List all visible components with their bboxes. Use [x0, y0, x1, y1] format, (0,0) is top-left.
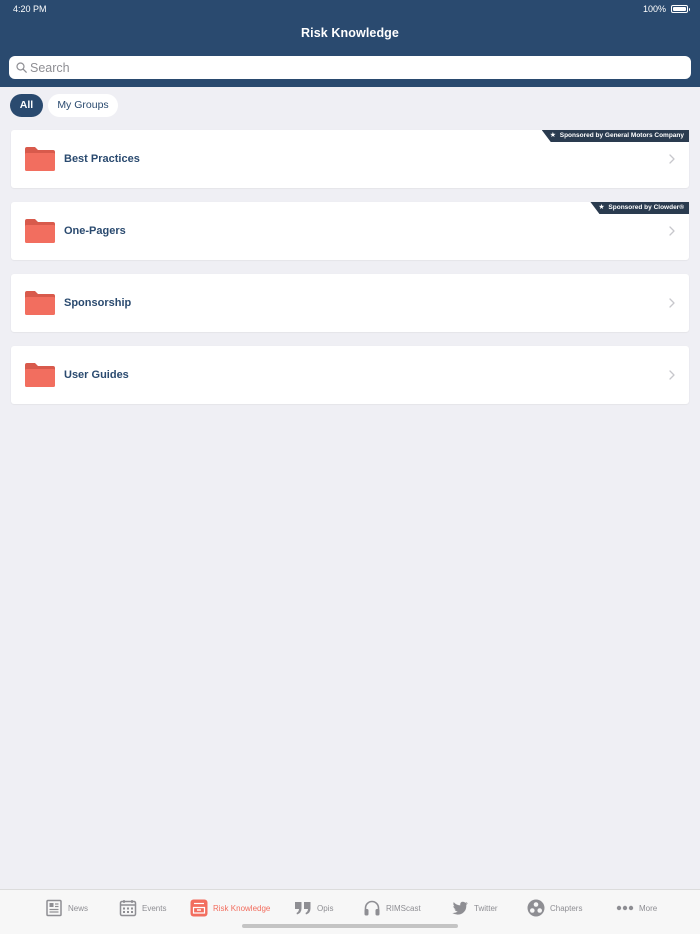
- folder-icon: [25, 219, 55, 243]
- tab-label: Events: [142, 903, 167, 913]
- tab-risk-knowledge[interactable]: Risk Knowledge: [190, 898, 270, 918]
- folder-row-user-guides[interactable]: User Guides: [11, 346, 689, 404]
- tab-rimscast[interactable]: RIMScast: [363, 898, 421, 918]
- chevron-right-icon: [669, 298, 675, 308]
- folder-label: User Guides: [64, 369, 129, 381]
- tab-label: Opis: [317, 903, 334, 913]
- chapters-icon: [527, 899, 545, 917]
- sponsor-text: Sponsored by Clowder®: [608, 204, 684, 211]
- chevron-right-icon: [669, 154, 675, 164]
- tab-label: More: [639, 903, 658, 913]
- tab-label: News: [68, 903, 89, 913]
- tab-opis[interactable]: Opis: [294, 898, 333, 918]
- tab-news[interactable]: News: [45, 898, 88, 918]
- status-time: 4:20 PM: [13, 4, 47, 14]
- folder-icon: [25, 291, 55, 315]
- search-input[interactable]: [30, 56, 680, 79]
- segment-all[interactable]: All: [10, 94, 43, 117]
- folder-row-one-pagers[interactable]: One-Pagers ★ Sponsored by Clowder®: [11, 202, 689, 260]
- chevron-right-icon: [669, 370, 675, 380]
- search-icon: [16, 62, 27, 73]
- search-bar[interactable]: [9, 56, 691, 79]
- twitter-icon: [452, 901, 468, 915]
- sponsor-badge: ★ Sponsored by General Motors Company: [541, 130, 689, 142]
- calendar-icon: [119, 900, 137, 917]
- tab-label: Twitter: [474, 903, 498, 913]
- battery-icon: [671, 5, 690, 13]
- home-indicator[interactable]: [242, 924, 458, 928]
- folder-label: One-Pagers: [64, 225, 126, 237]
- page-title: Risk Knowledge: [301, 26, 399, 40]
- folder-icon: [25, 147, 55, 171]
- more-icon: [616, 905, 634, 911]
- tab-label: RIMScast: [386, 903, 421, 913]
- battery-percentage: 100%: [642, 4, 666, 14]
- sponsor-text: Sponsored by General Motors Company: [559, 132, 684, 139]
- folder-icon: [25, 363, 55, 387]
- status-bar: 4:20 PM 100%: [0, 0, 700, 18]
- star-icon: ★: [549, 132, 557, 139]
- headphones-icon: [364, 900, 380, 916]
- news-icon: [46, 899, 62, 917]
- folder-label: Best Practices: [64, 153, 140, 165]
- chevron-right-icon: [669, 226, 675, 236]
- folder-row-best-practices[interactable]: Best Practices ★ Sponsored by General Mo…: [11, 130, 689, 188]
- star-icon: ★: [598, 204, 605, 211]
- tab-twitter[interactable]: Twitter: [451, 898, 498, 918]
- folder-row-sponsorship[interactable]: Sponsorship: [11, 274, 689, 332]
- quote-icon: [295, 902, 311, 915]
- risk-knowledge-icon: [190, 899, 208, 917]
- sponsor-badge: ★ Sponsored by Clowder®: [590, 202, 689, 214]
- folder-label: Sponsorship: [64, 297, 132, 309]
- tab-chapters[interactable]: Chapters: [527, 898, 582, 918]
- tab-label: Risk Knowledge: [213, 903, 271, 913]
- segment-my-groups[interactable]: My Groups: [48, 94, 118, 117]
- header-bar: 4:20 PM 100% Risk Knowledge: [0, 0, 700, 87]
- tab-events[interactable]: Events: [119, 898, 166, 918]
- tab-label: Chapters: [550, 903, 583, 913]
- tab-more[interactable]: More: [616, 898, 657, 918]
